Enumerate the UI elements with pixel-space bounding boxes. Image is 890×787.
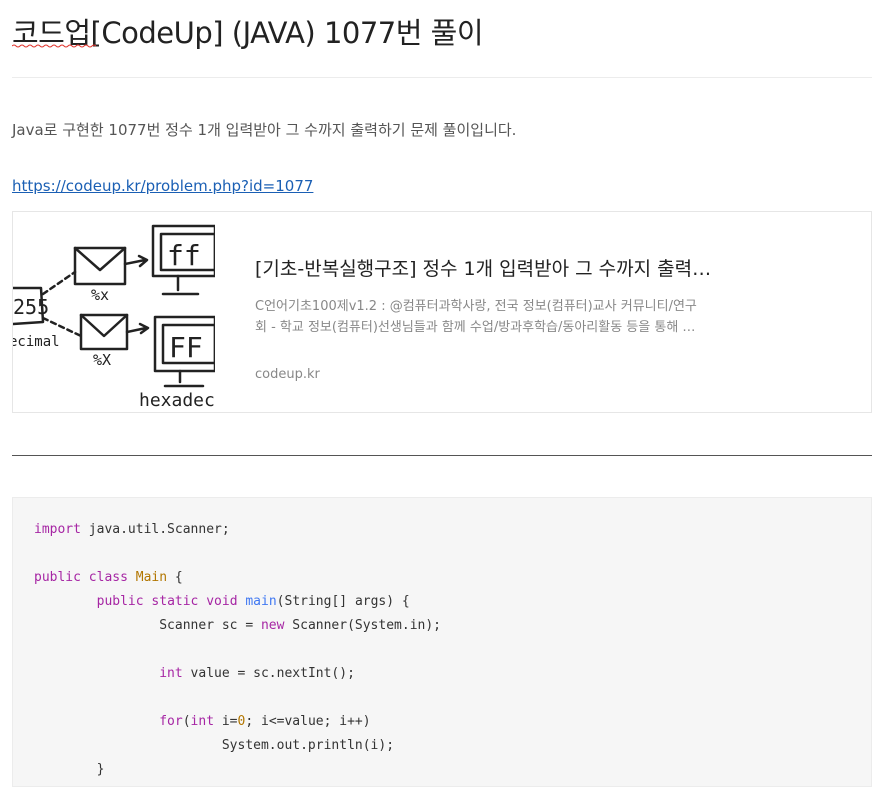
title-divider [12, 77, 872, 78]
code-block[interactable]: import java.util.Scanner; public class M… [12, 497, 872, 787]
post-description: Java로 구현한 1077번 정수 1개 입력받아 그 수까지 출력하기 문제… [12, 121, 517, 139]
code-text: Scanner sc = [159, 618, 261, 633]
spellcheck-underline [12, 44, 96, 48]
code-text: ( [182, 714, 191, 729]
code-keyword: int [159, 666, 183, 681]
code-keyword: public [96, 594, 144, 609]
code-text: System.out.println(i); [221, 738, 395, 753]
link-preview-description: C언어기초100제v1.2 : @컴퓨터과학사랑, 전국 정보(컴퓨터)교사 커… [255, 296, 725, 338]
thumb-num-255: 255 [13, 295, 49, 319]
link-preview-description-line1: C언어기초100제v1.2 : @컴퓨터과학사랑, 전국 정보(컴퓨터)교사 커… [255, 299, 697, 314]
problem-link[interactable]: https://codeup.kr/problem.php?id=1077 [12, 177, 313, 195]
thumb-pct-upper: %X [93, 351, 111, 369]
code-keyword: int [190, 714, 215, 729]
thumb-hex-upper: FF [169, 331, 203, 364]
link-preview-card[interactable]: 255 ecimal %x %X ff FF hexadeci [기초-반복실행… [12, 211, 872, 413]
link-preview-title: [기초-반복실행구조] 정수 1개 입력받아 그 수까지 출력하기 [255, 258, 725, 280]
link-preview-domain: codeup.kr [255, 367, 320, 382]
code-text: (String[] args) { [276, 594, 410, 609]
code-class-name: Main [135, 570, 168, 585]
thumb-decimal-label: ecimal [13, 334, 60, 350]
code-text: i= [214, 714, 238, 729]
code-text: { [167, 570, 183, 585]
code-keyword: for [159, 714, 183, 729]
code-content[interactable]: import java.util.Scanner; public class M… [34, 518, 441, 782]
code-text: Scanner(System.in); [284, 618, 442, 633]
code-keyword: public [34, 570, 81, 585]
link-preview-description-line2: 회 - 학교 정보(컴퓨터)선생님들과 함께 수업/방과후학습/동아리활동 등을… [255, 320, 696, 335]
code-keyword: void [206, 594, 238, 609]
code-keyword: class [88, 570, 128, 585]
code-keyword: static [151, 594, 199, 609]
code-text: java.util.Scanner; [80, 522, 230, 537]
code-keyword: import [34, 522, 81, 537]
link-preview-body: [기초-반복실행구조] 정수 1개 입력받아 그 수까지 출력하기 C언어기초1… [255, 212, 725, 412]
link-preview-thumbnail: 255 ecimal %x %X ff FF hexadeci [13, 212, 215, 412]
code-keyword: new [260, 618, 285, 633]
content-divider [12, 455, 872, 456]
code-text: ; i<=value; i++) [245, 714, 371, 729]
decimal-to-hex-illustration: 255 ecimal %x %X ff FF hexadeci [13, 224, 215, 411]
code-function-name: main [245, 594, 277, 609]
thumb-pct-lower: %x [91, 286, 109, 304]
thumb-hexadecimal-label: hexadeci [139, 390, 215, 411]
thumb-hex-lower: ff [167, 239, 201, 272]
code-text: value = sc.nextInt(); [182, 666, 355, 681]
